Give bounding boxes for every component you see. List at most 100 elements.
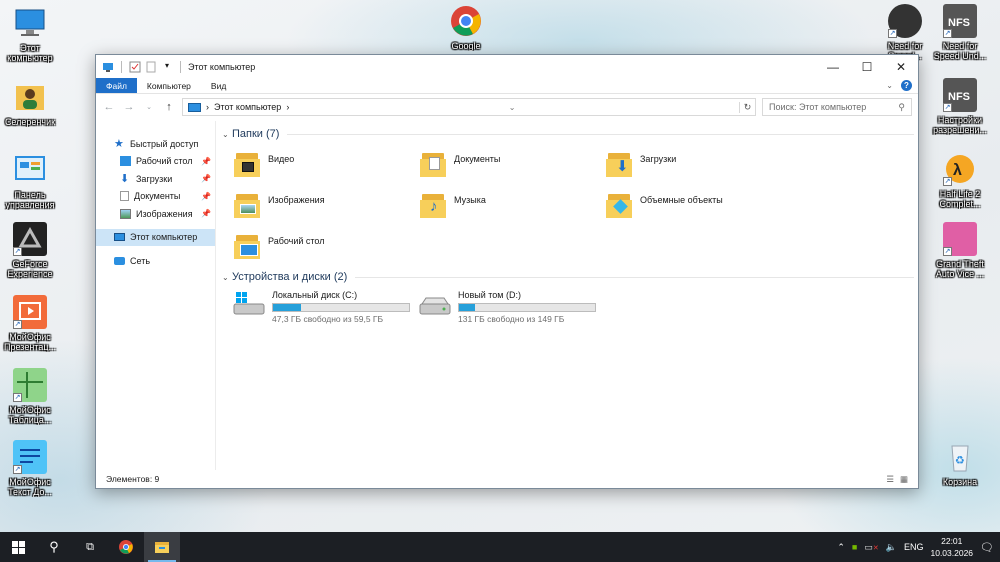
chevron-down-icon[interactable]: ⌄: [222, 130, 232, 139]
desktop-icon-google[interactable]: Google: [436, 4, 496, 51]
group-header-drives[interactable]: ⌄ Устройства и диски (2): [222, 270, 918, 284]
nav-item-downloads[interactable]: ⬇ Загрузки 📌: [96, 170, 215, 188]
desktop-icon-nfs-underground[interactable]: NFS ↗ Need for Speed Und...: [930, 4, 990, 61]
svg-text:♻: ♻: [955, 454, 965, 467]
nav-quick-access[interactable]: ★ Быстрый доступ: [96, 135, 215, 153]
folder-documents[interactable]: Документы: [418, 145, 604, 186]
chrome-icon: [449, 4, 483, 38]
pin-icon[interactable]: 📌: [201, 192, 211, 201]
breadcrumb-this-pc[interactable]: Этот компьютер: [214, 102, 281, 112]
group-header-folders[interactable]: ⌄ Папки (7): [222, 127, 918, 141]
search-input[interactable]: Поиск: Этот компьютер: [769, 102, 898, 112]
folder-label: Загрузки: [640, 154, 677, 164]
nav-item-pictures[interactable]: Изображения 📌: [96, 205, 215, 223]
recent-locations-chevron-icon[interactable]: ⌄: [142, 103, 156, 111]
details-view-icon[interactable]: ☰: [886, 474, 894, 485]
folder-downloads[interactable]: ⬇ Загрузки: [604, 145, 790, 186]
taskbar-file-explorer[interactable]: [144, 532, 180, 562]
folder-label: Музыка: [454, 195, 486, 205]
desktop-icon-label: Корзина: [942, 477, 978, 487]
language-indicator[interactable]: ENG: [904, 542, 924, 552]
address-bar[interactable]: › Этот компьютер › ⌄ ↻: [182, 98, 756, 116]
chrome-icon: [119, 540, 133, 554]
nav-item-desktop[interactable]: Рабочий стол 📌: [96, 153, 215, 171]
video-folder-icon: [232, 149, 262, 179]
desktop-icon-myoffice-table[interactable]: ↗ МойОфис Таблица...: [0, 368, 60, 425]
desktop-icon-recycle-bin[interactable]: ♻ Корзина: [930, 440, 990, 487]
desktop-icon-label: GeForce Experience: [7, 259, 53, 279]
nav-label: Этот компьютер: [130, 232, 198, 243]
pin-icon[interactable]: 📌: [201, 157, 211, 166]
folder-music[interactable]: ♪ Музыка: [418, 186, 604, 227]
desktop-icon-half-life-2[interactable]: λ ↗ Half Life 2 Complet...: [930, 152, 990, 209]
clock[interactable]: 22:01 10.03.2026: [930, 535, 973, 559]
search-box[interactable]: Поиск: Этот компьютер ⚲: [762, 98, 912, 116]
tab-file[interactable]: Файл: [96, 78, 137, 93]
folder-pictures[interactable]: Изображения: [232, 186, 418, 227]
forward-button[interactable]: →: [122, 101, 136, 113]
task-view-icon: ⧉: [86, 540, 94, 553]
shortcut-arrow-icon: ↗: [13, 247, 22, 256]
chevron-down-icon[interactable]: ⌄: [222, 273, 232, 282]
group-divider: [287, 133, 914, 135]
desktop-icon-myoffice-text[interactable]: ↗ МойОфис Текст До...: [0, 440, 60, 497]
desktop-icon-geforce[interactable]: ↗ GeForce Experience: [0, 222, 60, 279]
close-button[interactable]: ✕: [884, 55, 918, 78]
tab-computer[interactable]: Компьютер: [137, 78, 201, 93]
desktop-icon-user[interactable]: Селеренчик: [0, 80, 60, 127]
folder-videos[interactable]: Видео: [232, 145, 418, 186]
title-bar: ▾ Этот компьютер — ☐ ✕: [96, 55, 918, 78]
desktop-icon-label: МойОфис Таблица...: [8, 405, 52, 425]
new-folder-icon[interactable]: [145, 61, 157, 73]
ribbon-right: ⌄ ?: [886, 78, 918, 93]
chevron-down-icon[interactable]: ⌄: [509, 103, 516, 112]
desktop-icon-nfs-1[interactable]: ↗ Need for Speed...: [875, 4, 935, 61]
back-button[interactable]: ←: [102, 101, 116, 113]
properties-icon[interactable]: [129, 61, 141, 73]
drive-d[interactable]: Новый том (D:) 131 ГБ свободно из 149 ГБ: [418, 290, 596, 324]
maximize-button[interactable]: ☐: [850, 55, 884, 78]
folder-desktop[interactable]: Рабочий стол: [232, 227, 418, 268]
chevron-down-icon[interactable]: ⌄: [886, 81, 893, 90]
navigation-bar: ← → ⌄ ↑ › Этот компьютер › ⌄ ↻ Поиск: Эт…: [96, 94, 918, 120]
nvidia-icon[interactable]: ■: [852, 542, 857, 552]
item-count: Элементов: 9: [106, 474, 160, 484]
tab-view[interactable]: Вид: [201, 78, 236, 93]
pin-icon[interactable]: 📌: [201, 174, 211, 183]
show-hidden-icons-icon[interactable]: ⌃: [837, 542, 845, 553]
nav-network[interactable]: Сеть: [96, 252, 215, 270]
minimize-button[interactable]: —: [816, 55, 850, 78]
desktop-icon-gta-vice-city[interactable]: ↗ Grand Theft Auto Vice ...: [930, 222, 990, 279]
explorer-window: ▾ Этот компьютер — ☐ ✕ Файл Компьютер Ви…: [95, 54, 919, 489]
network-icon: [114, 256, 125, 265]
network-disconnected-icon[interactable]: ▭✕: [864, 542, 878, 553]
documents-folder-icon: [418, 149, 448, 179]
task-view-button[interactable]: ⧉: [72, 532, 108, 562]
pin-icon[interactable]: 📌: [201, 209, 211, 218]
desktop-icon-label: Grand Theft Auto Vice ...: [935, 259, 985, 279]
desktop-icon-this-pc[interactable]: Этот компьютер: [0, 6, 60, 63]
folder-3d-objects[interactable]: Объемные объекты: [604, 186, 790, 227]
document-icon: [120, 191, 129, 202]
drive-c[interactable]: Локальный диск (C:) 47,3 ГБ свободно из …: [232, 290, 410, 324]
start-button[interactable]: [0, 532, 36, 562]
computer-icon: [13, 6, 47, 40]
desktop-icon-control-panel[interactable]: Панель управления: [0, 153, 60, 210]
refresh-icon[interactable]: ↻: [738, 101, 755, 113]
up-button[interactable]: ↑: [162, 101, 176, 113]
clock-time: 22:01: [941, 536, 963, 546]
notifications-icon[interactable]: 🗨: [980, 541, 994, 554]
desktop-icon-myoffice-presentation[interactable]: ↗ МойОфис Презентац...: [0, 295, 60, 352]
breadcrumb-separator[interactable]: ›: [286, 102, 289, 112]
volume-icon[interactable]: 🔈: [886, 542, 897, 553]
chevron-down-icon[interactable]: ▾: [161, 61, 173, 73]
search-button[interactable]: ⚲: [36, 532, 72, 562]
nav-this-pc[interactable]: Этот компьютер: [96, 228, 215, 246]
ribbon-tabs: Файл Компьютер Вид ⌄ ?: [96, 78, 918, 94]
desktop-icon-nfs-settings[interactable]: NFS ↗ Настройки разрешени...: [930, 78, 990, 135]
downloads-folder-icon: ⬇: [604, 149, 634, 179]
nav-item-documents[interactable]: Документы 📌: [96, 188, 215, 206]
help-icon[interactable]: ?: [901, 80, 912, 91]
taskbar-chrome[interactable]: [108, 532, 144, 562]
large-icons-view-icon[interactable]: ▦: [900, 474, 908, 485]
